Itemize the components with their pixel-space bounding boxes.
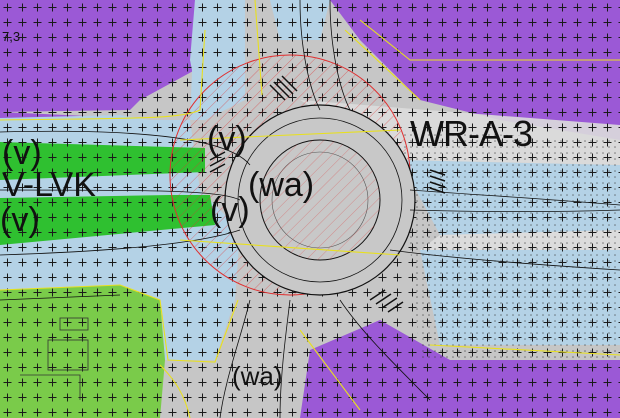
zoning-map[interactable]: WR-A-3 V-LVK (v) (v) (v) (v) (wa) (wa) 7… xyxy=(0,0,620,418)
zone-label-v-bottomleft: (v) xyxy=(0,201,40,239)
zone-label-v-center-top: (v) xyxy=(207,120,247,158)
zone-label-wr-a-3: WR-A-3 xyxy=(410,113,533,154)
zone-code-topleft: 7,3 xyxy=(2,29,21,44)
zone-label-wa-bottom: (wa) xyxy=(232,361,283,391)
zone-label-wa-center: (wa) xyxy=(248,166,315,204)
map-canvas xyxy=(0,0,620,418)
zone-label-v-topleft: (v) xyxy=(2,134,42,172)
zone-label-v-center: (v) xyxy=(210,191,250,229)
zone-label-v-lvk: V-LVK xyxy=(2,166,96,204)
